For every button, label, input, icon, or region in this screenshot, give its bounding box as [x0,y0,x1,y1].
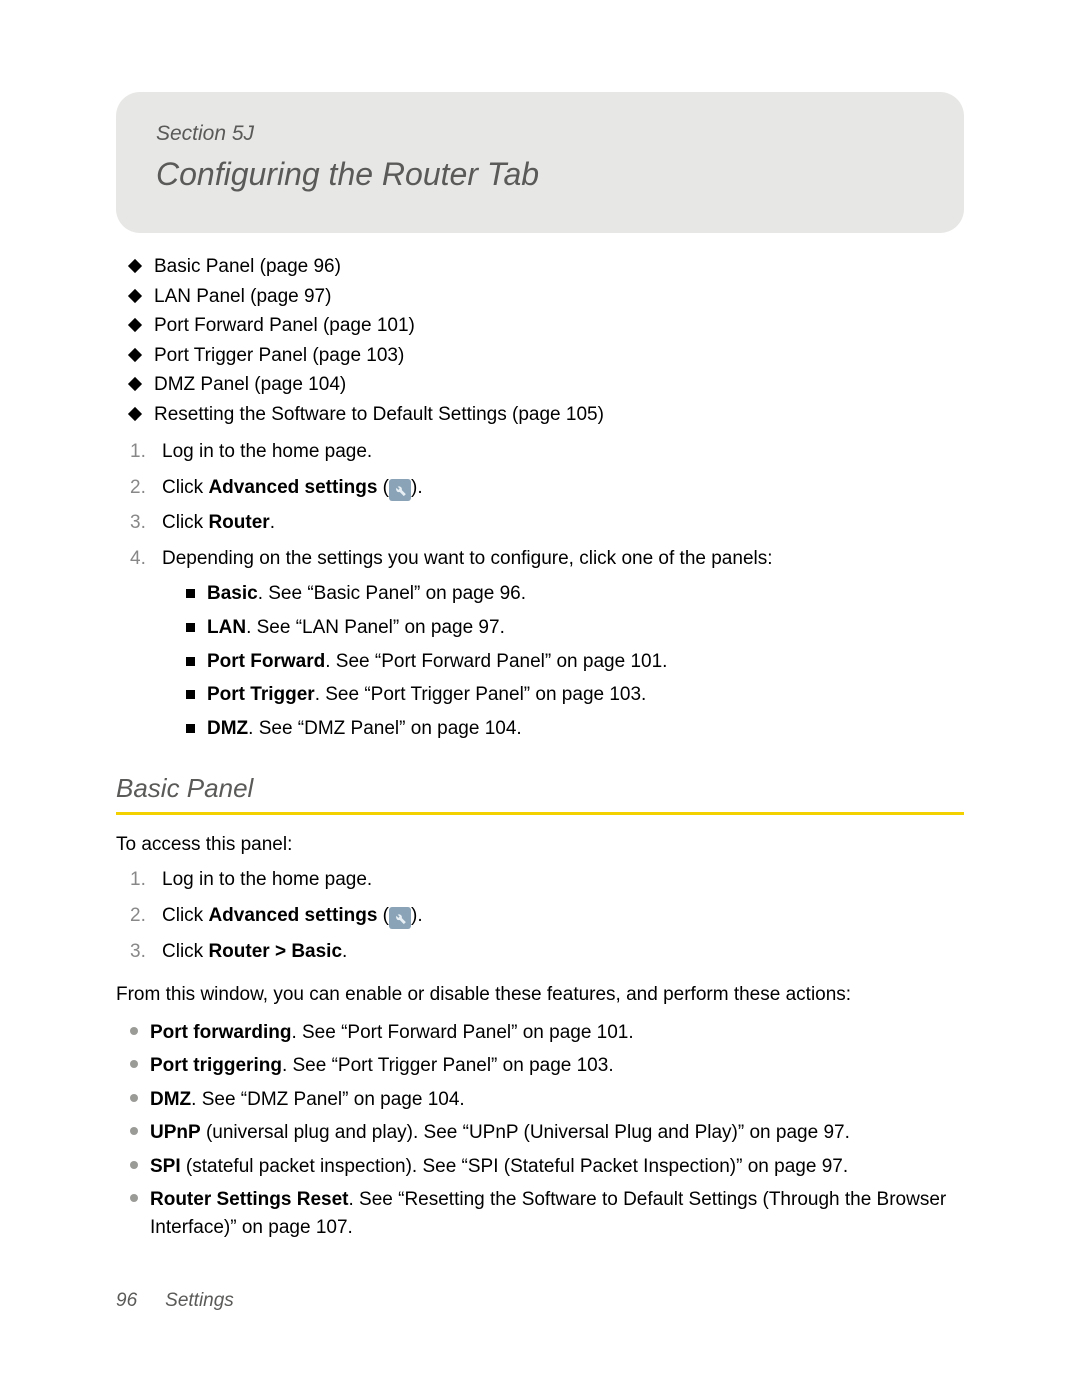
toc-item: DMZ Panel (page 104) [130,371,964,399]
step-item: Depending on the settings you want to co… [130,545,964,742]
feature-item: Router Settings Reset. See “Resetting th… [130,1186,964,1241]
sub-item: Basic. See “Basic Panel” on page 96. [186,580,964,608]
section-title: Configuring the Router Tab [156,156,924,193]
toc-list: Basic Panel (page 96) LAN Panel (page 97… [130,253,964,428]
toc-item: LAN Panel (page 97) [130,283,964,311]
step-text: . [342,941,347,962]
feature-label: DMZ [150,1089,191,1110]
diamond-icon [128,407,142,421]
step-text: ( [377,905,389,926]
feature-text: (universal plug and play). See “UPnP (Un… [201,1122,850,1143]
body-content: Basic Panel (page 96) LAN Panel (page 97… [116,253,964,1241]
sub-label: Port Forward [207,651,325,672]
square-icon [186,657,195,666]
sub-text: . See “Port Forward Panel” on page 101. [325,651,667,672]
step-item: Click Router. [130,509,964,537]
toc-text: Basic Panel (page 96) [154,256,341,277]
feature-text: . See “Port Forward Panel” on page 101. [291,1022,633,1043]
paragraph: To access this panel: [116,831,964,859]
feature-label: Port forwarding [150,1022,291,1043]
feature-item: Port triggering. See “Port Trigger Panel… [130,1052,964,1080]
step-item: Log in to the home page. [130,866,964,894]
paragraph: From this window, you can enable or disa… [116,981,964,1009]
square-icon [186,690,195,699]
feature-list: Port forwarding. See “Port Forward Panel… [130,1019,964,1242]
diamond-icon [128,377,142,391]
feature-label: UPnP [150,1122,201,1143]
step-item: Click Router > Basic. [130,938,964,966]
step-text: Click [162,477,208,498]
sub-item: DMZ. See “DMZ Panel” on page 104. [186,715,964,743]
toc-item: Basic Panel (page 96) [130,253,964,281]
toc-item: Resetting the Software to Default Settin… [130,401,964,429]
step-text: Click [162,941,208,962]
toc-item: Port Forward Panel (page 101) [130,312,964,340]
feature-label: Port triggering [150,1055,282,1076]
feature-text: (stateful packet inspection). See “SPI (… [181,1156,848,1177]
subsection-heading: Basic Panel [116,770,964,815]
advanced-settings-label: Advanced settings [208,905,377,926]
feature-label: Router Settings Reset [150,1189,348,1210]
step-text: ( [377,477,389,498]
sub-item: LAN. See “LAN Panel” on page 97. [186,614,964,642]
sub-text: . See “Port Trigger Panel” on page 103. [315,684,647,705]
step-text: Click [162,905,208,926]
sub-text: . See “Basic Panel” on page 96. [258,583,526,604]
steps-list-1: Log in to the home page. Click Advanced … [116,438,964,742]
diamond-icon [128,318,142,332]
feature-item: DMZ. See “DMZ Panel” on page 104. [130,1086,964,1114]
router-basic-label: Router > Basic [208,941,342,962]
step-item: Click Advanced settings (). [130,902,964,930]
step-text: Log in to the home page. [162,869,372,890]
advanced-settings-label: Advanced settings [208,477,377,498]
sub-list: Basic. See “Basic Panel” on page 96. LAN… [186,580,964,742]
sub-label: Basic [207,583,258,604]
step-text: Click [162,512,208,533]
steps-list-2: Log in to the home page. Click Advanced … [116,866,964,965]
sub-item: Port Forward. See “Port Forward Panel” o… [186,648,964,676]
section-label: Section 5J [156,122,924,146]
diamond-icon [128,348,142,362]
feature-item: Port forwarding. See “Port Forward Panel… [130,1019,964,1047]
step-item: Click Advanced settings (). [130,474,964,502]
feature-item: SPI (stateful packet inspection). See “S… [130,1153,964,1181]
diamond-icon [128,288,142,302]
toc-text: Port Forward Panel (page 101) [154,315,415,336]
sub-text: . See “LAN Panel” on page 97. [246,617,505,638]
feature-item: UPnP (universal plug and play). See “UPn… [130,1119,964,1147]
toc-text: Port Trigger Panel (page 103) [154,345,404,366]
page-number: 96 [116,1290,137,1311]
step-text: ). [411,905,423,926]
footer-label: Settings [165,1290,234,1311]
section-header: Section 5J Configuring the Router Tab [116,92,964,233]
toc-item: Port Trigger Panel (page 103) [130,342,964,370]
sub-label: LAN [207,617,246,638]
feature-text: . See “Port Trigger Panel” on page 103. [282,1055,614,1076]
step-text: Log in to the home page. [162,441,372,462]
feature-text: . See “DMZ Panel” on page 104. [191,1089,465,1110]
toc-text: DMZ Panel (page 104) [154,374,346,395]
square-icon [186,589,195,598]
sub-text: . See “DMZ Panel” on page 104. [248,718,522,739]
feature-label: SPI [150,1156,181,1177]
router-label: Router [208,512,269,533]
diamond-icon [128,259,142,273]
sub-label: DMZ [207,718,248,739]
toc-text: LAN Panel (page 97) [154,286,331,307]
step-text: . [270,512,275,533]
step-text: Depending on the settings you want to co… [162,548,773,569]
page-footer: 96 Settings [116,1290,234,1312]
wrench-icon [389,907,411,929]
sub-item: Port Trigger. See “Port Trigger Panel” o… [186,681,964,709]
step-item: Log in to the home page. [130,438,964,466]
wrench-icon [389,479,411,501]
toc-text: Resetting the Software to Default Settin… [154,404,604,425]
step-text: ). [411,477,423,498]
square-icon [186,623,195,632]
sub-label: Port Trigger [207,684,315,705]
square-icon [186,724,195,733]
